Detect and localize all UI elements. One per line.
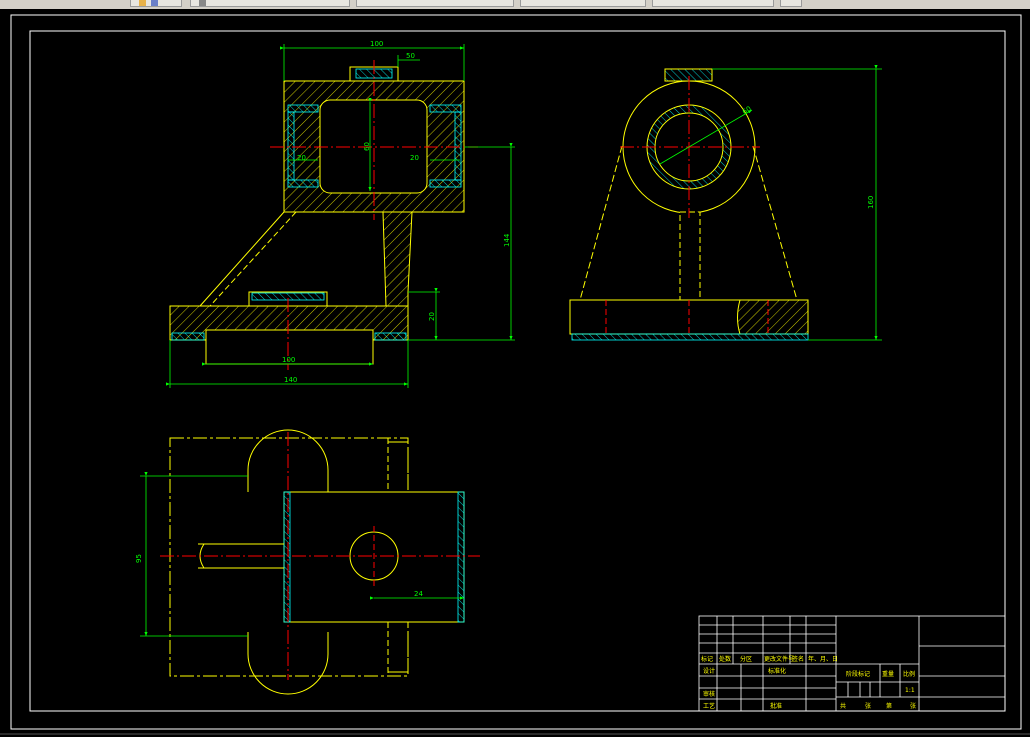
app-icon bbox=[139, 0, 146, 6]
tb-label-process: 工艺 bbox=[703, 702, 715, 710]
tb-label-change-doc: 更改文件号 bbox=[764, 655, 794, 663]
tb-sheet-no: 第 bbox=[886, 702, 892, 710]
dim-side-bore: 60 bbox=[741, 105, 753, 117]
sheet-inner-border bbox=[29, 30, 1006, 712]
tb-label-date: 年、月、日 bbox=[808, 655, 838, 663]
dim-front-base-slot: 100 bbox=[282, 356, 295, 364]
tb-label-zone: 分区 bbox=[740, 655, 752, 663]
window-icon bbox=[199, 0, 206, 6]
taskbar-button-2[interactable] bbox=[190, 0, 350, 7]
dim-front-top-width: 100 bbox=[370, 40, 383, 48]
drawing-canvas[interactable]: 100 50 60 20 20 144 20 100 140 160 60 95… bbox=[0, 9, 1030, 733]
dim-front-wall-left: 20 bbox=[297, 154, 306, 162]
tb-label-design: 设计 bbox=[703, 667, 715, 675]
tb-sheet-total: 共 bbox=[840, 702, 846, 710]
dim-top-offset: 24 bbox=[414, 590, 423, 598]
taskbar-button-1[interactable] bbox=[130, 0, 182, 7]
side-dimension-labels: 160 60 bbox=[741, 105, 875, 209]
cube-icon bbox=[151, 0, 158, 6]
dim-front-total-height: 144 bbox=[503, 233, 511, 247]
dim-top-height: 95 bbox=[135, 554, 143, 563]
title-block bbox=[698, 615, 1006, 712]
tb-label-count: 处数 bbox=[719, 655, 731, 663]
taskbar-button-4[interactable] bbox=[520, 0, 646, 7]
sheet-outer-border bbox=[10, 14, 1022, 730]
tb-label-scale: 比例 bbox=[903, 670, 915, 678]
dim-front-wall-right: 20 bbox=[410, 154, 419, 162]
tb-sheet-unit: 张 bbox=[865, 702, 871, 710]
tb-label-weight: 重量 bbox=[882, 670, 894, 678]
side-view bbox=[569, 68, 809, 341]
dim-front-top-small: 50 bbox=[406, 52, 415, 60]
tb-label-sign: 签名 bbox=[792, 655, 804, 663]
dim-front-base-height: 20 bbox=[428, 312, 436, 321]
dim-front-base-width: 140 bbox=[284, 376, 297, 384]
tb-label-check: 审核 bbox=[703, 690, 715, 698]
tb-label-standardize: 标准化 bbox=[768, 667, 786, 675]
tb-label-stage-mark: 阶段标记 bbox=[846, 670, 870, 678]
tb-label-mark: 标记 bbox=[701, 655, 713, 663]
taskbar-button-6[interactable] bbox=[780, 0, 802, 7]
tb-scale-value: 1:1 bbox=[905, 687, 915, 694]
top-view bbox=[160, 429, 480, 695]
dim-side-height: 160 bbox=[867, 196, 875, 209]
tb-sheet-unit2: 张 bbox=[910, 702, 916, 710]
front-view bbox=[169, 60, 478, 370]
dim-front-bore: 60 bbox=[363, 142, 371, 151]
tb-label-approve: 批准 bbox=[770, 702, 782, 710]
cad-drawing: 100 50 60 20 20 144 20 100 140 160 60 95… bbox=[10, 14, 1022, 730]
taskbar-button-5[interactable] bbox=[652, 0, 774, 7]
taskbar-button-3[interactable] bbox=[356, 0, 514, 7]
